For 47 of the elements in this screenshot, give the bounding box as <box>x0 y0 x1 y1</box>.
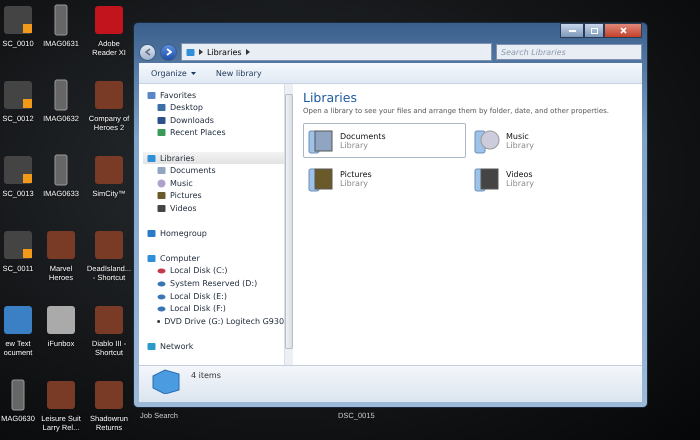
nav-item[interactable]: Local Disk (E:) <box>143 290 284 302</box>
scrollbar[interactable] <box>284 84 293 365</box>
nav-item[interactable]: Pictures <box>143 189 284 202</box>
nav-item[interactable]: Computer <box>143 252 284 265</box>
video-desktop-icon <box>3 79 33 111</box>
nav-item[interactable]: DVD Drive (G:) Logitech G930 <box>143 314 284 328</box>
nav-item[interactable]: Favorites <box>143 89 284 102</box>
breadcrumb-item[interactable]: Libraries <box>207 48 242 56</box>
chevron-icon <box>246 49 250 55</box>
nav-item[interactable]: Local Disk (C:) <box>143 264 284 278</box>
nav-item[interactable]: Recent Places <box>143 126 284 140</box>
close-icon <box>620 27 626 34</box>
close-button[interactable] <box>604 23 642 38</box>
forward-icon <box>166 48 172 56</box>
nav-item[interactable]: Desktop <box>143 102 284 114</box>
nav-item[interactable]: System Reserved (D:) <box>143 277 284 290</box>
address-bar[interactable]: Libraries <box>181 43 492 61</box>
toolbar-button[interactable]: New library <box>214 66 264 80</box>
video-desktop-icon <box>3 154 33 186</box>
nav-item[interactable]: Network <box>143 340 284 352</box>
minimize-icon <box>568 30 576 32</box>
nav-item[interactable]: Downloads <box>143 114 284 127</box>
video-desktop-icon <box>3 229 33 261</box>
chevron-icon <box>199 49 203 55</box>
library-item[interactable]: Documents Library <box>303 123 466 158</box>
nav-item[interactable]: Documents <box>143 164 284 177</box>
maximize-icon <box>590 28 598 34</box>
forward-button[interactable] <box>160 44 177 60</box>
toolbar-button[interactable]: Organize <box>149 66 198 80</box>
maximize-button[interactable] <box>584 23 604 38</box>
video-desktop-icon <box>3 4 33 36</box>
back-button[interactable] <box>139 44 156 60</box>
search-field[interactable]: Search Libraries <box>496 44 642 60</box>
nav-item[interactable]: Local Disk (F:) <box>143 302 284 315</box>
nav-item[interactable]: Music <box>143 176 284 190</box>
library-item[interactable]: Pictures Library <box>303 161 466 196</box>
nav-item[interactable]: Libraries <box>143 152 284 164</box>
library-item[interactable]: Videos Library <box>469 161 632 196</box>
system-disk-icon <box>157 266 166 276</box>
back-icon <box>144 48 150 56</box>
content-title: Libraries <box>303 90 358 105</box>
library-item[interactable]: Music Library <box>469 123 632 158</box>
scrollbar-thumb[interactable] <box>285 94 293 349</box>
nav-item[interactable]: Homegroup <box>143 227 284 240</box>
minimize-button[interactable] <box>560 23 584 38</box>
status-text: 4 items <box>191 371 221 380</box>
nav-item[interactable]: Videos <box>143 202 284 214</box>
